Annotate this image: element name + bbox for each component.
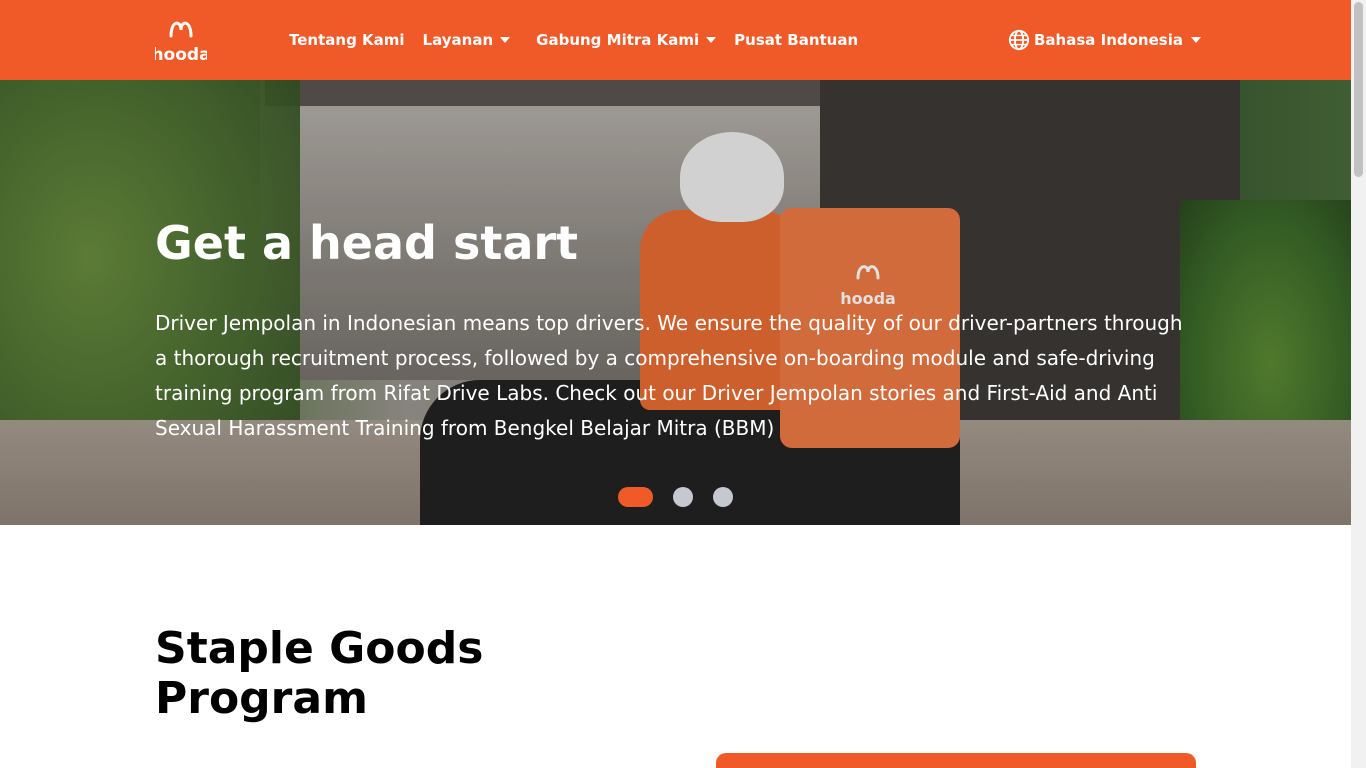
nav-label: Gabung Mitra Kami (536, 31, 700, 49)
nav-label: Layanan (422, 31, 494, 49)
section-title: Staple Goods Program (155, 623, 484, 724)
language-selector[interactable]: Bahasa Indonesia (1008, 0, 1201, 80)
main-nav: Tentang Kami Layanan Gabung Mitra Kami P… (289, 0, 876, 80)
carousel-dot-3[interactable] (713, 487, 733, 507)
language-label: Bahasa Indonesia (1034, 31, 1183, 49)
hooda-logo-mark: hooda (155, 21, 207, 64)
nav-label: Tentang Kami (289, 31, 405, 49)
hero-overlay (0, 80, 1351, 525)
carousel-dot-1[interactable] (618, 487, 653, 507)
chevron-down-icon (1190, 37, 1201, 43)
hero-title: Get a head start (155, 216, 579, 270)
nav-label: Pusat Bantuan (734, 31, 859, 49)
nav-item-pusat-bantuan[interactable]: Pusat Bantuan (734, 31, 858, 49)
chevron-down-icon (706, 37, 717, 43)
chevron-down-icon (500, 37, 511, 43)
hero-description: Driver Jempolan in Indonesian means top … (155, 311, 1183, 440)
carousel-dot-2[interactable] (673, 487, 693, 507)
nav-item-tentang-kami[interactable]: Tentang Kami (289, 31, 405, 49)
globe-icon (1008, 29, 1030, 51)
nav-item-layanan[interactable]: Layanan (423, 31, 511, 49)
scrollbar-thumb[interactable] (1354, 2, 1363, 177)
program-card (716, 753, 1196, 768)
nav-item-gabung-mitra[interactable]: Gabung Mitra Kami (536, 31, 717, 49)
site-header: hooda Tentang Kami Layanan Gabung Mitra … (0, 0, 1351, 80)
page-scrollbar[interactable] (1351, 0, 1366, 768)
hooda-logo[interactable]: hooda (155, 16, 207, 64)
hero-carousel: hooda Get a head start Driver Jempolan i… (0, 80, 1351, 525)
logo-text: hooda (155, 45, 207, 64)
carousel-indicators (618, 487, 753, 507)
